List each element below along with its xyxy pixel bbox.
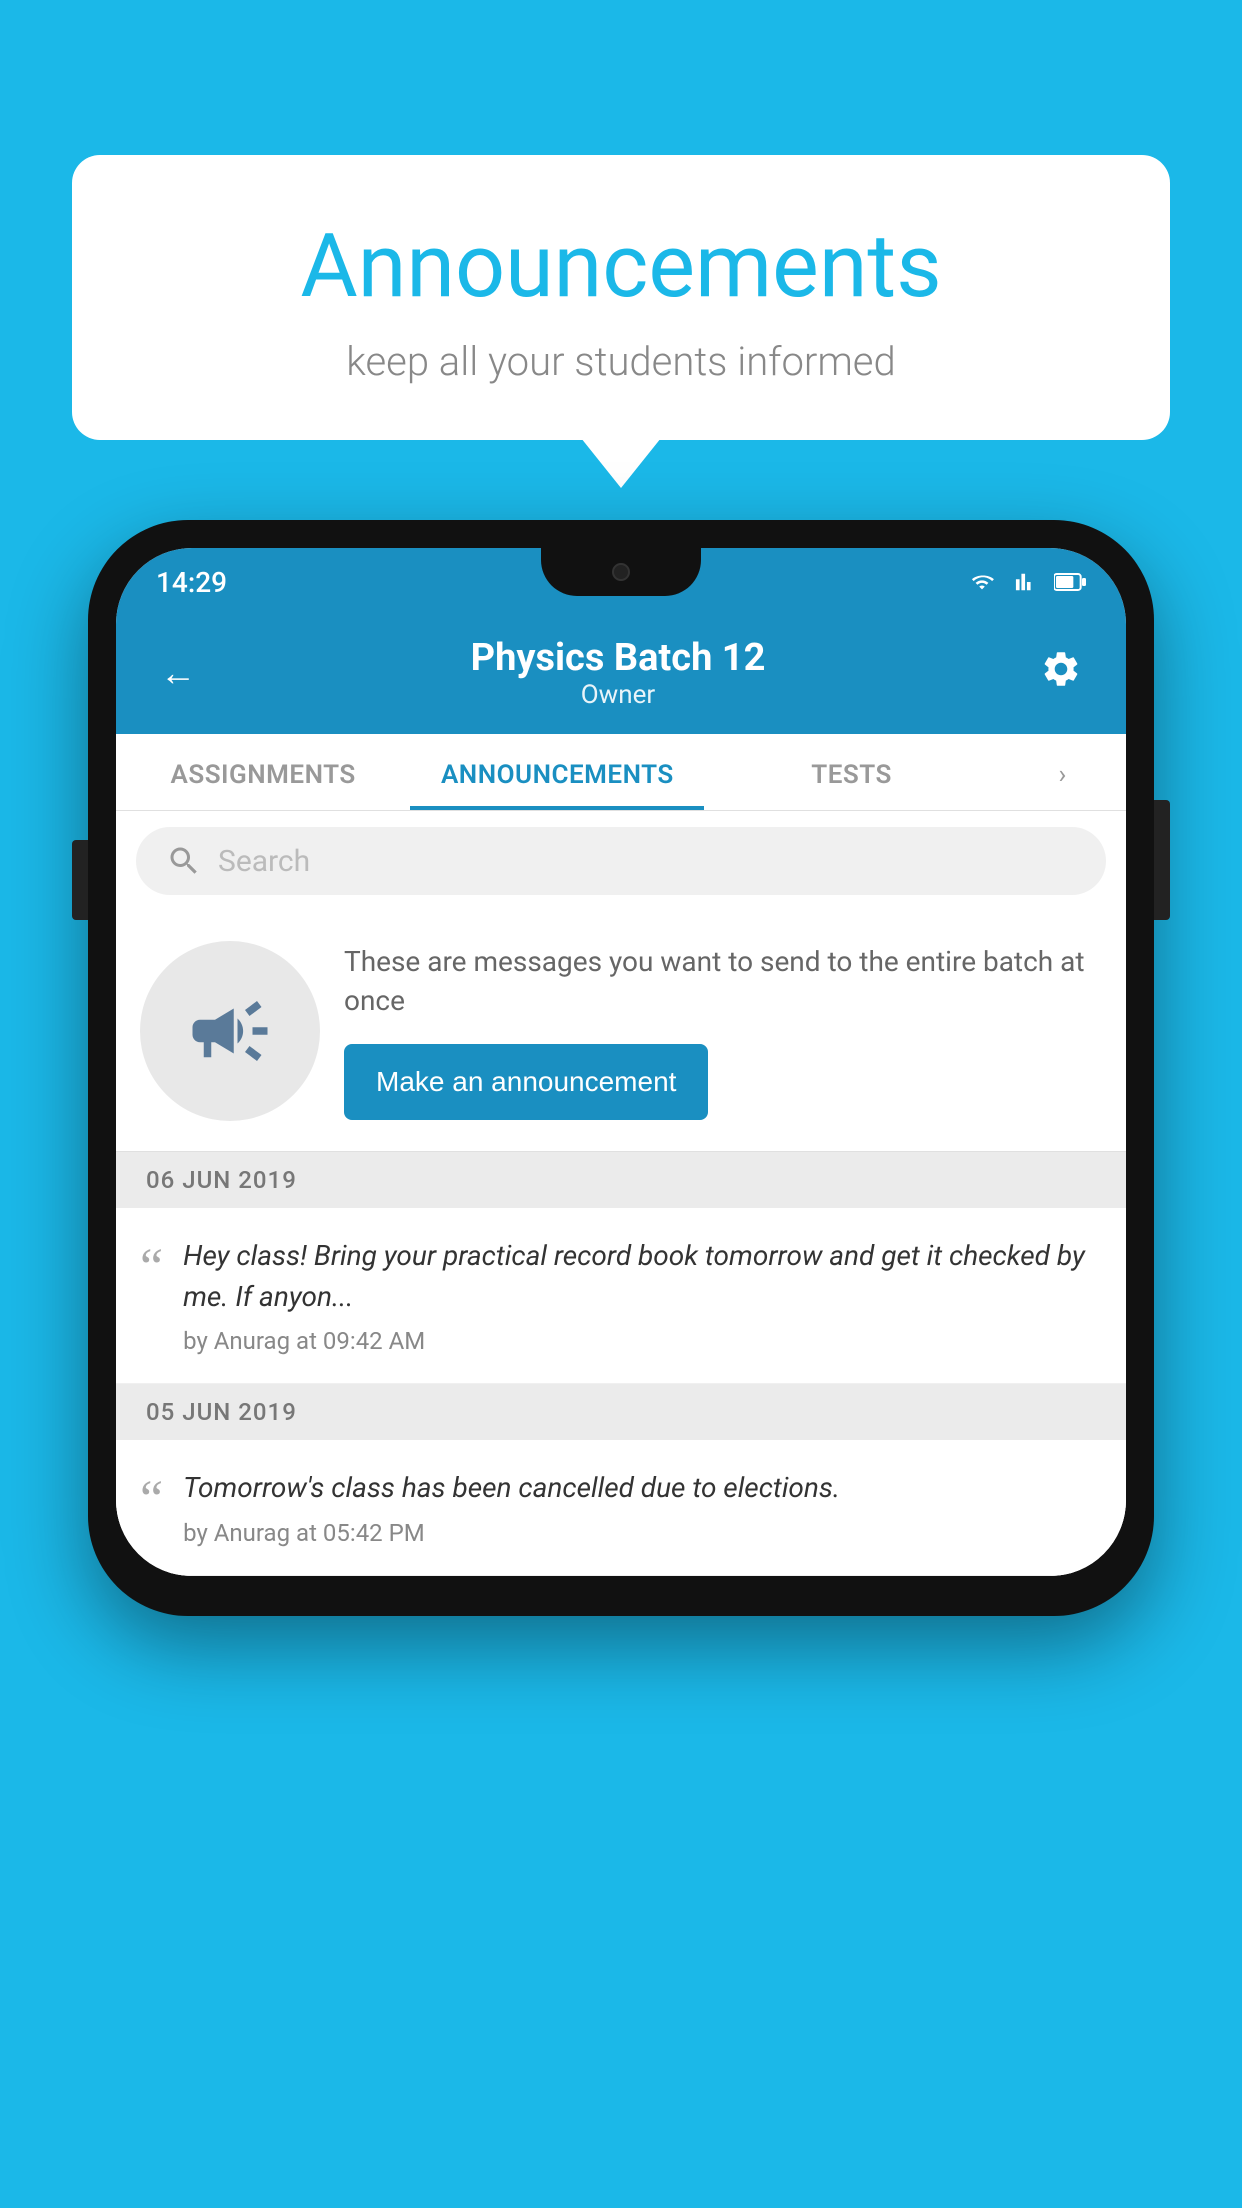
camera [612,563,630,581]
phone-mockup: 14:29 ← [88,520,1154,1616]
status-time: 14:29 [156,566,227,599]
notch [541,548,701,596]
announcement-text-2: Tomorrow's class has been cancelled due … [183,1468,1102,1509]
announcement-item-2[interactable]: “ Tomorrow's class has been cancelled du… [116,1440,1126,1576]
announcement-text-1: Hey class! Bring your practical record b… [183,1236,1102,1317]
megaphone-icon [185,986,275,1076]
bubble-title: Announcements [112,215,1130,318]
announcement-meta-1: by Anurag at 09:42 AM [183,1327,1102,1355]
announcement-item-1[interactable]: “ Hey class! Bring your practical record… [116,1208,1126,1384]
promo-icon-circle [140,941,320,1121]
status-icons [966,571,1086,593]
date-divider-1: 06 JUN 2019 [116,1152,1126,1208]
intro-card: Announcements keep all your students inf… [72,155,1170,440]
tabs-bar: ASSIGNMENTS ANNOUNCEMENTS TESTS › [116,734,1126,811]
search-icon [166,843,202,879]
bubble-subtitle: keep all your students informed [112,338,1130,385]
make-announcement-button[interactable]: Make an announcement [344,1044,708,1120]
date-divider-2: 05 JUN 2019 [116,1384,1126,1440]
content-area: Search These are messages you want to se… [116,811,1126,1576]
promo-right: These are messages you want to send to t… [344,942,1102,1120]
signal-icon [1010,571,1042,593]
tab-assignments[interactable]: ASSIGNMENTS [116,734,410,810]
back-button[interactable]: ← [152,644,204,702]
search-wrapper: Search [116,811,1126,911]
app-bar-title: Physics Batch 12 [471,636,766,680]
app-bar-subtitle: Owner [471,680,766,710]
promo-text: These are messages you want to send to t… [344,942,1102,1020]
speech-bubble: Announcements keep all your students inf… [72,155,1170,440]
search-bar[interactable]: Search [136,827,1106,895]
quote-icon-2: “ [140,1474,163,1526]
announcement-content-1: Hey class! Bring your practical record b… [183,1236,1102,1355]
settings-button[interactable] [1032,640,1090,707]
tab-more[interactable]: › [999,734,1126,810]
announcement-content-2: Tomorrow's class has been cancelled due … [183,1468,1102,1547]
announcement-meta-2: by Anurag at 05:42 PM [183,1519,1102,1547]
battery-icon [1054,571,1086,593]
wifi-icon [966,571,998,593]
promo-section: These are messages you want to send to t… [116,911,1126,1152]
app-bar-center: Physics Batch 12 Owner [471,636,766,710]
phone-outer: 14:29 ← [88,520,1154,1616]
quote-icon-1: “ [140,1242,163,1294]
phone-screen: 14:29 ← [116,548,1126,1576]
tab-tests[interactable]: TESTS [704,734,998,810]
app-bar: ← Physics Batch 12 Owner [116,616,1126,734]
tab-announcements[interactable]: ANNOUNCEMENTS [410,734,704,810]
status-bar: 14:29 [116,548,1126,616]
search-placeholder: Search [218,844,310,879]
